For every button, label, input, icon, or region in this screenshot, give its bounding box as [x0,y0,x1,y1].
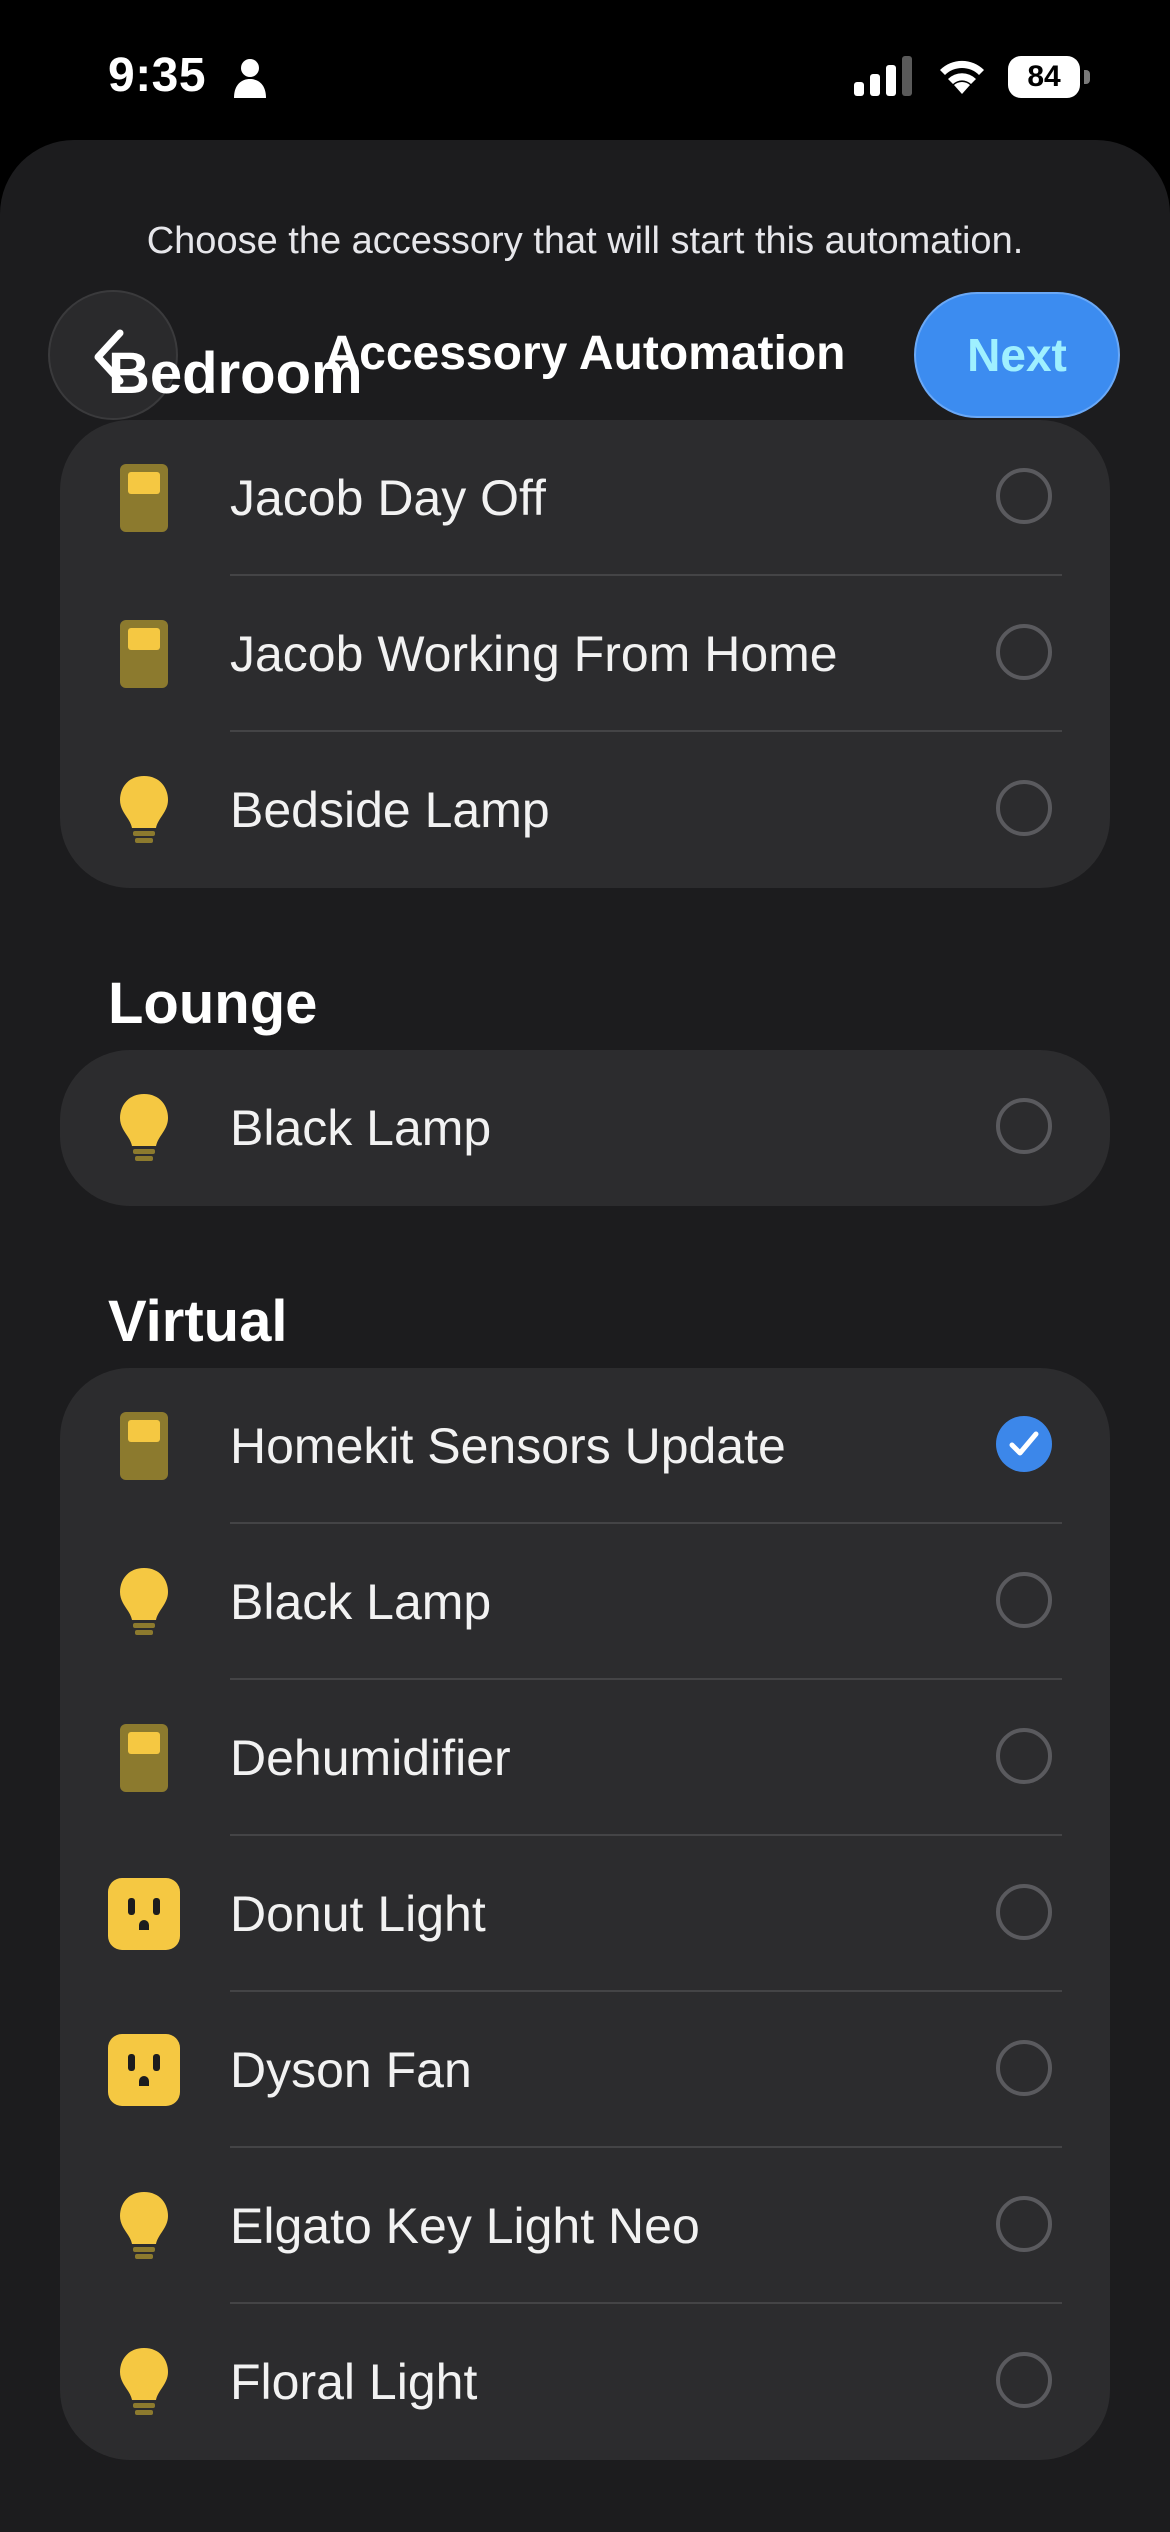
accessory-group: Black Lamp [60,1050,1110,1206]
section-header: Virtual [108,1289,288,1354]
accessory-row[interactable]: Black Lamp [60,1050,1110,1206]
accessory-group: Jacob Day Off Jacob Working From Home Beds… [60,420,1110,888]
cellular-signal-icon [854,56,912,96]
automation-sheet: Choose the accessory that will start thi… [0,140,1170,2532]
wifi-icon [940,60,984,94]
accessory-group: Homekit Sensors Update Black Lamp Dehumidi… [60,1368,1110,2460]
accessory-row[interactable]: Black Lamp [60,1524,1110,1680]
switch-icon [108,462,180,534]
radio-button[interactable] [996,2196,1052,2252]
accessory-row[interactable]: Jacob Working From Home [60,576,1110,732]
accessory-row[interactable]: Floral Light [60,2304,1110,2460]
radio-button[interactable] [996,1098,1052,1154]
lightbulb-icon [108,774,180,846]
outlet-icon [108,2034,180,2106]
battery-level: 84 [1027,60,1061,93]
lightbulb-icon [108,1092,180,1164]
instruction-text: Choose the accessory that will start thi… [146,220,1024,262]
radio-button[interactable] [996,2352,1052,2408]
radio-button[interactable] [996,624,1052,680]
lightbulb-icon [108,2346,180,2418]
section-header: Lounge [108,971,318,1036]
accessory-label: Donut Light [230,1886,486,1942]
selected-radio[interactable] [996,1416,1052,1472]
person-icon [234,59,266,98]
lightbulb-icon [108,2190,180,2262]
battery-indicator: 84 [1008,56,1090,98]
accessory-row[interactable]: Dehumidifier [60,1680,1110,1836]
accessory-label: Homekit Sensors Update [230,1418,786,1474]
accessory-label: Bedside Lamp [230,782,550,838]
radio-button[interactable] [996,468,1052,524]
battery-tip [1084,70,1090,84]
accessory-label: Black Lamp [230,1574,492,1630]
accessory-label: Jacob Day Off [230,470,546,526]
radio-button[interactable] [996,1884,1052,1940]
radio-button[interactable] [996,1572,1052,1628]
accessory-row[interactable]: Homekit Sensors Update [60,1368,1110,1524]
section-header: Bedroom [108,341,363,406]
accessory-label: Black Lamp [230,1100,492,1156]
accessory-label: Dyson Fan [230,2042,472,2098]
accessory-label: Dehumidifier [230,1730,511,1786]
accessory-row[interactable]: Elgato Key Light Neo [60,2148,1110,2304]
accessory-row[interactable]: Donut Light [60,1836,1110,1992]
next-button[interactable]: Next [914,292,1120,418]
switch-icon [108,1722,180,1794]
outlet-icon [108,1878,180,1950]
accessory-row[interactable]: Jacob Day Off [60,420,1110,576]
accessory-row[interactable]: Bedside Lamp [60,732,1110,888]
switch-icon [108,1410,180,1482]
switch-icon [108,618,180,690]
radio-button[interactable] [996,780,1052,836]
radio-button[interactable] [996,1728,1052,1784]
accessory-label: Floral Light [230,2354,478,2410]
status-time: 9:35 [108,49,207,102]
accessory-label: Jacob Working From Home [230,626,838,682]
status-bar: 9:35 84 [0,0,1170,140]
lightbulb-icon [108,1566,180,1638]
radio-button[interactable] [996,2040,1052,2096]
accessory-row[interactable]: Dyson Fan [60,1992,1110,2148]
accessory-label: Elgato Key Light Neo [230,2198,700,2254]
